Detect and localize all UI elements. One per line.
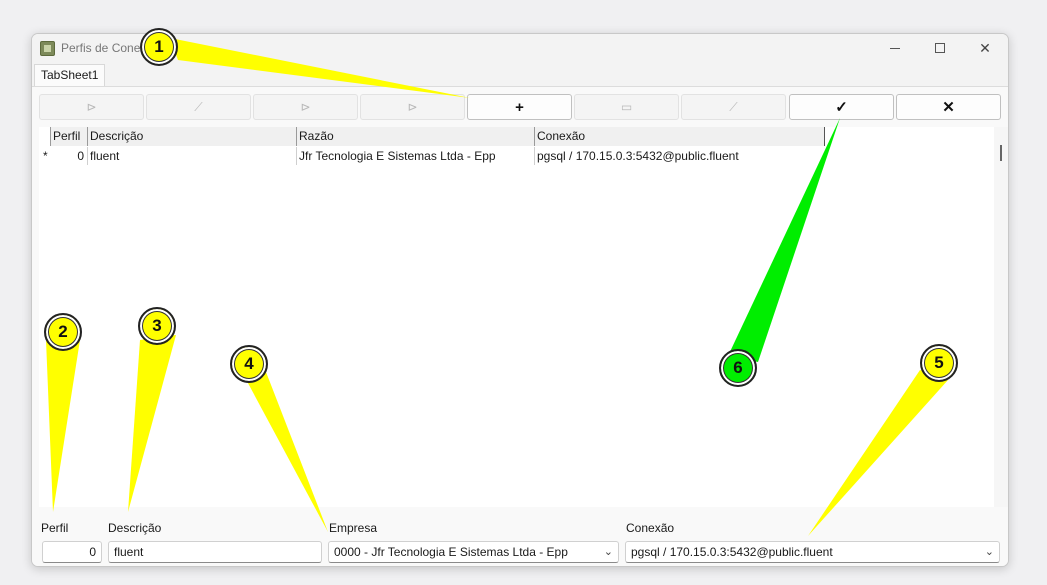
delete-icon: ▭ [620, 100, 633, 114]
nav-cancel-button[interactable]: ✕ [896, 94, 1001, 120]
next-icon: ⊳ [300, 100, 311, 114]
vertical-scrollbar[interactable] [994, 127, 1008, 507]
first-icon: ⊳ [86, 100, 97, 114]
table-row[interactable]: * 0 fluent Jfr Tecnologia E Sistemas Ltd… [39, 147, 839, 165]
perfil-label: Perfil [41, 521, 69, 535]
tab-tabsheet1[interactable]: TabSheet1 [34, 64, 106, 86]
row-indicator: * [43, 149, 48, 163]
maximize-icon [935, 43, 945, 53]
callout-badge-4: 4 [230, 345, 268, 383]
close-button[interactable]: ✕ [962, 34, 1008, 62]
close-icon: ✕ [979, 39, 991, 56]
perfil-field[interactable]: 0 [42, 541, 102, 563]
nav-last-button[interactable]: ⊳ [360, 94, 465, 120]
callout-badge-3: 3 [138, 307, 176, 345]
conexao-label: Conexão [626, 521, 675, 535]
callout-badge-5: 5 [920, 344, 958, 382]
last-icon: ⊳ [407, 100, 418, 114]
empresa-combo-value: 0000 - Jfr Tecnologia E Sistemas Ltda - … [334, 545, 568, 559]
plus-icon: + [515, 98, 524, 116]
tab-strip: TabSheet1 [32, 64, 1008, 86]
column-header-descricao[interactable]: Descrição [87, 127, 296, 146]
edit-icon: ⟋ [729, 99, 738, 114]
nav-first-button[interactable]: ⊳ [39, 94, 144, 120]
cell-conexao[interactable]: pgsql / 170.15.0.3:5432@public.fluent [534, 147, 824, 165]
column-header-razao[interactable]: Razão [296, 127, 534, 146]
scrollbar-thumb[interactable] [1000, 145, 1002, 161]
nav-delete-button[interactable]: ▭ [574, 94, 679, 120]
nav-insert-button[interactable]: + [467, 94, 572, 120]
descricao-label: Descrição [108, 521, 162, 535]
app-icon [40, 41, 55, 56]
callout-badge-2: 2 [44, 313, 82, 351]
minimize-icon [890, 47, 900, 49]
conexao-combo[interactable]: pgsql / 170.15.0.3:5432@public.fluent ⌄ [625, 541, 1000, 563]
chevron-down-icon: ⌄ [984, 546, 994, 558]
minimize-button[interactable] [872, 34, 918, 62]
empresa-combo[interactable]: 0000 - Jfr Tecnologia E Sistemas Ltda - … [328, 541, 619, 563]
nav-next-button[interactable]: ⊳ [253, 94, 358, 120]
tab-panel: ⊳ ⟋ ⊳ ⊳ + ▭ ⟋ ✓ ✕ Perfil Descrição Razão… [32, 86, 1008, 566]
perfis-window: Perfis de Conexão ✕ TabSheet1 ⊳ ⟋ ⊳ ⊳ + … [31, 33, 1009, 567]
callout-badge-1: 1 [140, 28, 178, 66]
chevron-down-icon: ⌄ [603, 546, 613, 558]
cell-descricao[interactable]: fluent [87, 147, 296, 165]
column-header-conexao[interactable]: Conexão [534, 127, 824, 146]
cell-razao[interactable]: Jfr Tecnologia E Sistemas Ltda - Epp [296, 147, 534, 165]
maximize-button[interactable] [917, 34, 963, 62]
conexao-combo-value: pgsql / 170.15.0.3:5432@public.fluent [631, 545, 833, 559]
header-end-divider [824, 127, 825, 146]
prior-icon: ⟋ [194, 99, 203, 114]
descricao-field[interactable]: fluent [108, 541, 322, 563]
grid-header: Perfil Descrição Razão Conexão [50, 127, 824, 146]
cell-perfil[interactable]: 0 [50, 147, 87, 165]
title-bar: Perfis de Conexão ✕ [32, 34, 1008, 62]
column-header-perfil[interactable]: Perfil [50, 127, 87, 146]
nav-post-button[interactable]: ✓ [789, 94, 894, 120]
check-icon: ✓ [835, 99, 848, 116]
callout-badge-6: 6 [719, 349, 757, 387]
profiles-grid[interactable]: Perfil Descrição Razão Conexão * 0 fluen… [39, 127, 1008, 507]
nav-prior-button[interactable]: ⟋ [146, 94, 251, 120]
cancel-icon: ✕ [942, 99, 955, 116]
empresa-label: Empresa [329, 521, 378, 535]
nav-edit-button[interactable]: ⟋ [681, 94, 786, 120]
